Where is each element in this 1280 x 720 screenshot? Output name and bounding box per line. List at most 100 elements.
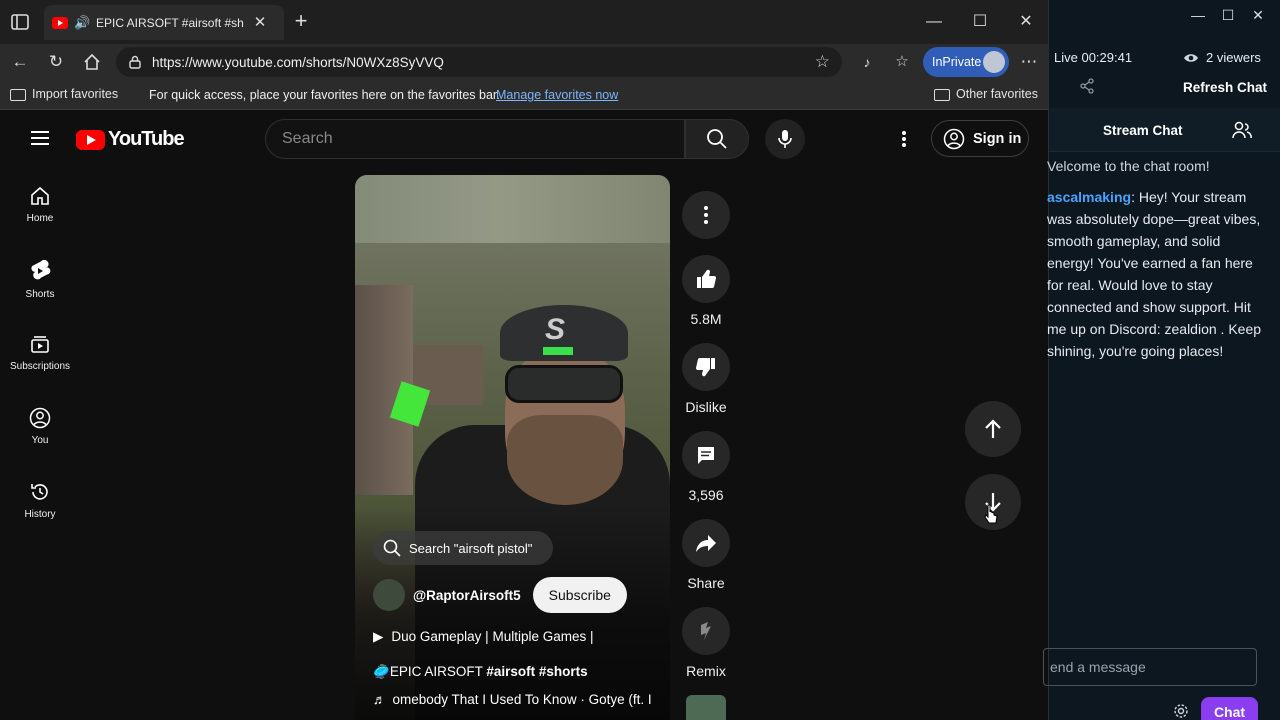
read-aloud-icon[interactable]: ♪ bbox=[857, 52, 877, 72]
chat-minimize-button[interactable]: — bbox=[1187, 5, 1209, 25]
youtube-logo[interactable]: YouTube bbox=[76, 128, 185, 151]
youtube-play-icon bbox=[76, 129, 105, 150]
minimize-button[interactable]: — bbox=[922, 10, 946, 34]
video-goggles bbox=[505, 365, 623, 403]
send-chat-button[interactable]: Chat bbox=[1201, 697, 1258, 720]
sign-in-button[interactable]: Sign in bbox=[931, 120, 1029, 157]
more-options-icon[interactable]: ⋯ bbox=[1019, 52, 1039, 72]
home-icon[interactable] bbox=[82, 52, 102, 72]
comment-icon bbox=[698, 447, 714, 464]
sidebar-item-shorts[interactable]: Shorts bbox=[4, 241, 76, 311]
video-title[interactable]: 🥏EPIC AIRSOFT #airsoft #shorts bbox=[373, 664, 588, 680]
sidebar-item-home[interactable]: Home bbox=[4, 167, 76, 237]
search-icon bbox=[383, 539, 401, 557]
sign-in-label: Sign in bbox=[973, 130, 1022, 147]
new-tab-button[interactable]: + bbox=[290, 10, 312, 33]
like-button[interactable]: 5.8M bbox=[682, 255, 730, 327]
other-favorites-button[interactable]: Other favorites bbox=[934, 87, 1038, 101]
music-title: omebody That I Used To Know · Gotye (ft.… bbox=[392, 692, 652, 707]
sidebar-item-history[interactable]: History bbox=[4, 463, 76, 533]
chat-header: Stream Chat bbox=[1049, 108, 1280, 152]
remix-button[interactable]: Remix bbox=[682, 607, 730, 679]
tab-active[interactable]: 🔊 EPIC AIRSOFT #airsoft #sh ✕ bbox=[44, 5, 284, 40]
subscribe-button[interactable]: Subscribe bbox=[532, 577, 627, 613]
remix-icon bbox=[701, 622, 711, 640]
favorites-icon[interactable]: ☆ bbox=[892, 52, 912, 72]
other-favorites-label: Other favorites bbox=[956, 87, 1038, 101]
sidebar-item-label: You bbox=[31, 435, 49, 446]
live-timer: Live 00:29:41 bbox=[1054, 50, 1133, 65]
sound-thumbnail[interactable] bbox=[686, 695, 726, 720]
browser-toolbar: ← ↻ https://www.youtube.com/shorts/N0WXz… bbox=[0, 44, 1048, 80]
music-link[interactable]: ♬ omebody That I Used To Know · Gotye (f… bbox=[373, 692, 652, 707]
lock-icon[interactable] bbox=[128, 55, 142, 69]
share-button[interactable]: Share bbox=[682, 519, 730, 591]
share-arrow-icon bbox=[696, 535, 716, 552]
cap-logo: S bbox=[544, 313, 565, 346]
comments-button[interactable]: 3,596 bbox=[682, 431, 730, 503]
url-text[interactable]: https://www.youtube.com/shorts/N0WXz8SyV… bbox=[152, 55, 805, 70]
previous-short-button[interactable] bbox=[965, 401, 1021, 457]
favorite-star-icon[interactable]: ☆ bbox=[815, 52, 830, 72]
inprivate-label: InPrivate bbox=[932, 55, 982, 69]
search-suggestion-chip[interactable]: Search "airsoft pistol" bbox=[373, 531, 553, 565]
sidebar-item-label: Shorts bbox=[25, 289, 55, 300]
address-bar[interactable]: https://www.youtube.com/shorts/N0WXz8SyV… bbox=[116, 47, 842, 77]
arrow-up-icon bbox=[985, 419, 1001, 438]
sidebar-item-subscriptions[interactable]: Subscriptions bbox=[4, 315, 76, 385]
channel-row: @RaptorAirsoft5 Subscribe bbox=[373, 577, 627, 613]
menu-icon[interactable] bbox=[31, 131, 49, 145]
import-favorites-button[interactable]: Import favorites bbox=[10, 87, 118, 101]
search-button[interactable] bbox=[685, 119, 749, 159]
share-icon[interactable] bbox=[1079, 78, 1095, 94]
video-person-beard bbox=[507, 415, 623, 505]
refresh-icon[interactable]: ↻ bbox=[46, 52, 66, 72]
channel-avatar[interactable] bbox=[373, 579, 405, 611]
close-window-button[interactable]: ✕ bbox=[1014, 10, 1038, 34]
chat-title: Stream Chat bbox=[1103, 123, 1183, 138]
dislike-label: Dislike bbox=[685, 399, 727, 415]
settings-menu-icon[interactable] bbox=[894, 129, 914, 149]
manage-favorites-link[interactable]: Manage favorites now bbox=[496, 88, 618, 102]
sidebar-item-label: Home bbox=[26, 213, 54, 224]
video-title-hashtags[interactable]: #airsoft #shorts bbox=[486, 664, 587, 679]
chat-username[interactable]: ascalmaking bbox=[1047, 189, 1131, 205]
like-count: 5.8M bbox=[690, 311, 722, 327]
shorts-video-player[interactable]: S Search "airsoft pistol" @RaptorAirsoft… bbox=[355, 175, 670, 720]
tab-title: EPIC AIRSOFT #airsoft #sh bbox=[96, 15, 244, 30]
account-icon bbox=[943, 128, 965, 149]
viewer-count: 2 viewers bbox=[1183, 50, 1261, 65]
video-top-blur bbox=[355, 175, 670, 243]
browser-window: 🔊 EPIC AIRSOFT #airsoft #sh ✕ + — ☐ ✕ ← … bbox=[0, 0, 1048, 720]
back-arrow-icon[interactable]: ← bbox=[10, 52, 30, 72]
gear-icon[interactable] bbox=[1173, 703, 1189, 719]
search-input[interactable]: Search bbox=[265, 119, 685, 159]
more-actions-button[interactable] bbox=[682, 191, 730, 239]
share-label: Share bbox=[687, 575, 725, 591]
cap-green-band bbox=[543, 347, 573, 355]
profile-avatar bbox=[983, 51, 1005, 73]
video-title-text: EPIC AIRSOFT bbox=[389, 664, 487, 679]
playlist-link[interactable]: ▶ Duo Gameplay | Multiple Games | bbox=[373, 629, 593, 645]
viewer-count-text: 2 viewers bbox=[1206, 50, 1261, 65]
speaker-icon[interactable]: 🔊 bbox=[74, 15, 90, 30]
users-icon[interactable] bbox=[1232, 121, 1252, 139]
play-icon: ▶ bbox=[373, 629, 384, 644]
youtube-header: YouTube Search Sign in bbox=[4, 111, 1044, 167]
dislike-button[interactable]: Dislike bbox=[682, 343, 730, 415]
sidebar-item-label: Subscriptions bbox=[9, 361, 71, 372]
tab-actions-icon[interactable] bbox=[10, 12, 30, 32]
chat-maximize-button[interactable]: ☐ bbox=[1217, 5, 1239, 25]
sidebar-item-you[interactable]: You bbox=[4, 389, 76, 459]
inprivate-badge[interactable]: InPrivate bbox=[923, 47, 1009, 77]
maximize-button[interactable]: ☐ bbox=[968, 10, 992, 34]
chat-close-button[interactable]: ✕ bbox=[1247, 5, 1269, 25]
chat-message-input[interactable]: end a message bbox=[1043, 648, 1257, 686]
channel-name[interactable]: @RaptorAirsoft5 bbox=[413, 588, 521, 603]
sidebar-item-label: History bbox=[24, 509, 56, 520]
music-note-icon: ♬ bbox=[373, 692, 387, 707]
chat-message: ascalmaking: Hey! Your stream was absolu… bbox=[1047, 186, 1269, 362]
voice-search-button[interactable] bbox=[765, 119, 805, 159]
refresh-chat-button[interactable]: Refresh Chat bbox=[1183, 80, 1267, 95]
close-tab-icon[interactable]: ✕ bbox=[252, 14, 268, 31]
